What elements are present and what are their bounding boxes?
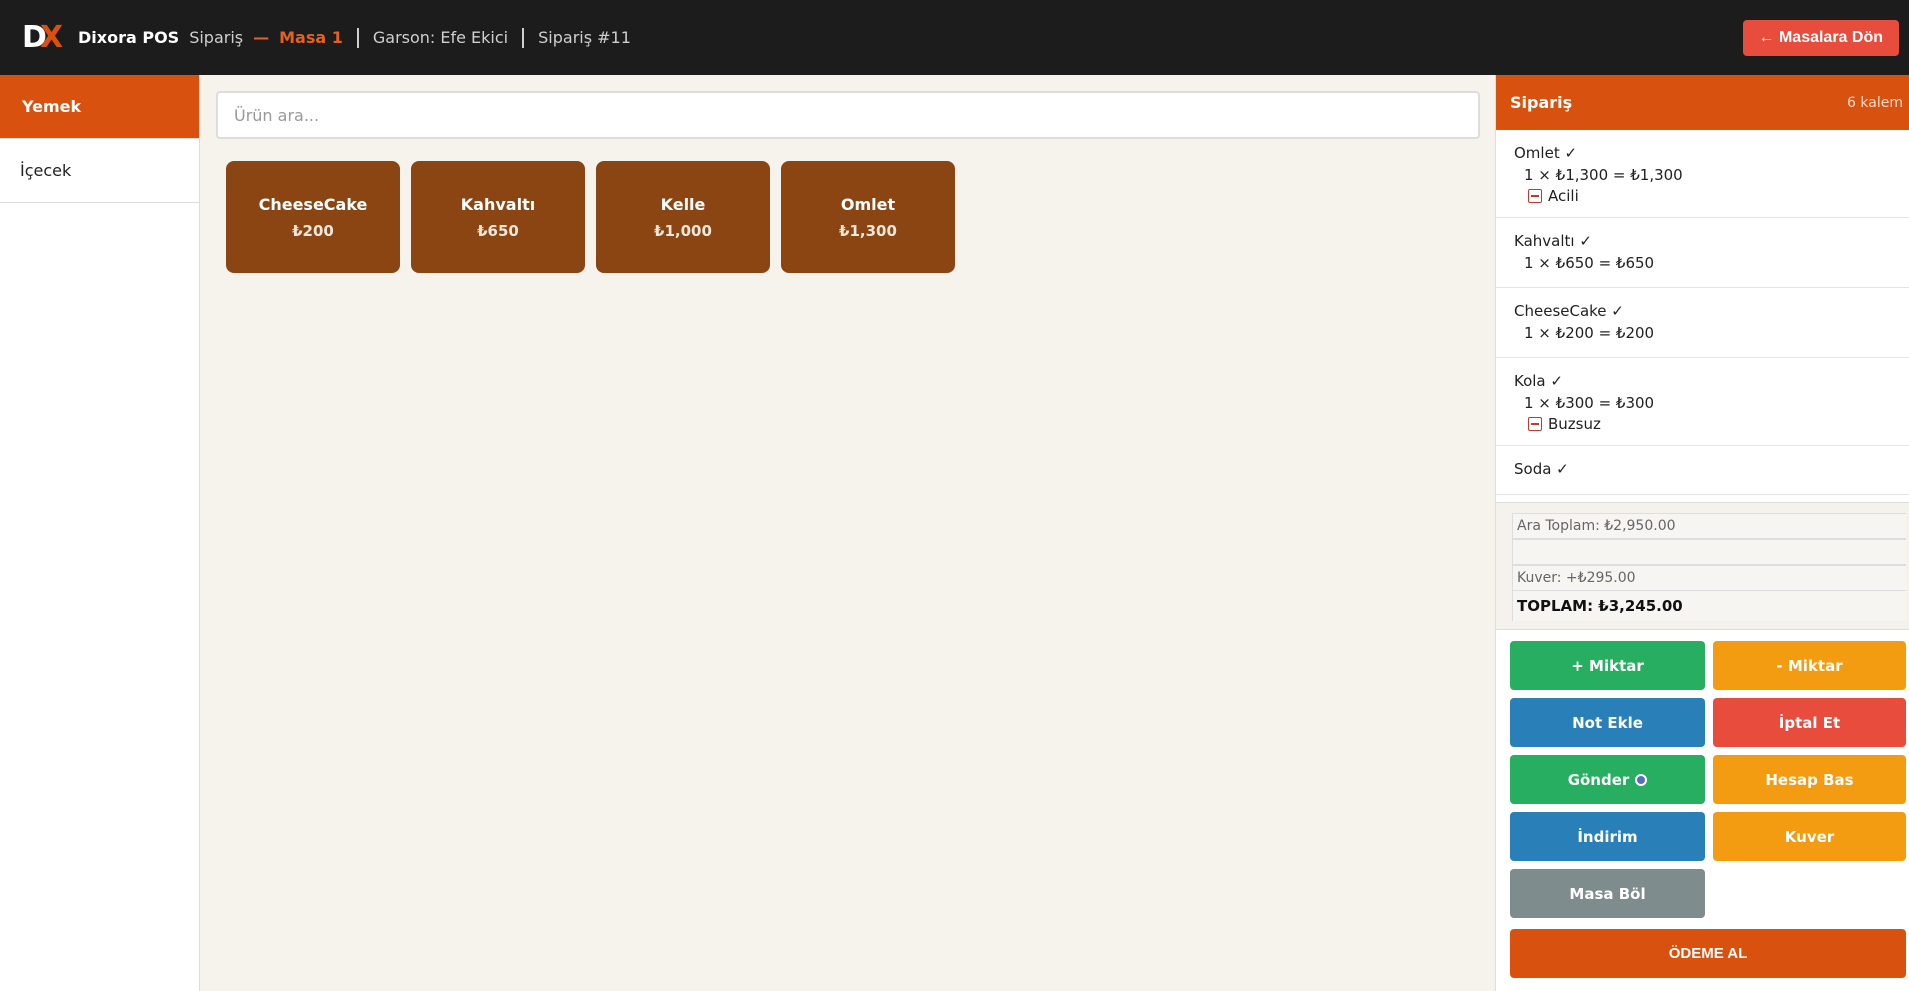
send-order-button[interactable]: Gönder: [1510, 755, 1705, 804]
product-price: ₺1,300: [839, 221, 897, 240]
top-bar: DX Dixora POS Sipariş — Masa 1 Garson: E…: [0, 0, 1909, 75]
order-item[interactable]: CheeseCake ✓ 1 × ₺200 = ₺200: [1496, 288, 1909, 358]
cancel-item-button[interactable]: İptal Et: [1713, 698, 1906, 747]
subtotal: Ara Toplam: ₺2,950.00: [1512, 513, 1906, 539]
product-card[interactable]: Omlet ₺1,300: [781, 161, 955, 273]
order-totals: Ara Toplam: ₺2,950.00 Kuver: +₺295.00 TO…: [1496, 502, 1909, 630]
order-item-name: Soda ✓: [1514, 460, 1569, 478]
cover-charge: Kuver: +₺295.00: [1512, 565, 1906, 591]
order-panel-header: Sipariş 6 kalem: [1496, 75, 1909, 130]
order-item-line: 1 × ₺1,300 = ₺1,300: [1524, 166, 1683, 184]
product-search-input[interactable]: [216, 91, 1480, 139]
note-text: Buzsuz: [1548, 415, 1601, 433]
take-payment-button[interactable]: ÖDEME AL: [1510, 929, 1906, 978]
product-price: ₺1,000: [654, 221, 712, 240]
note-icon: [1528, 417, 1542, 431]
send-label: Gönder: [1567, 770, 1630, 789]
divider: [522, 27, 525, 48]
order-item-count: 6 kalem: [1847, 94, 1903, 111]
product-card[interactable]: CheeseCake ₺200: [226, 161, 400, 273]
breadcrumb-dash: —: [253, 28, 270, 47]
print-bill-button[interactable]: Hesap Bas: [1713, 755, 1906, 804]
category-yemek[interactable]: Yemek: [0, 75, 199, 139]
note-text: Acili: [1548, 187, 1579, 205]
order-item-line: 1 × ₺650 = ₺650: [1524, 254, 1655, 272]
order-item-name: Kahvaltı ✓: [1514, 232, 1592, 250]
order-item[interactable]: Kahvaltı ✓ 1 × ₺650 = ₺650: [1496, 218, 1909, 288]
category-icecek[interactable]: İçecek: [0, 139, 199, 203]
order-item-name: CheeseCake ✓: [1514, 302, 1624, 320]
category-sidebar: Yemek İçecek: [0, 75, 200, 991]
order-item[interactable]: Soda ✓: [1496, 446, 1909, 495]
product-name: Kahvaltı: [460, 194, 536, 214]
product-card[interactable]: Kahvaltı ₺650: [411, 161, 585, 273]
increase-qty-button[interactable]: + Miktar: [1510, 641, 1705, 690]
order-item[interactable]: Kola ✓ 1 × ₺300 = ₺300 Buzsuz: [1496, 358, 1909, 446]
product-area: CheeseCake ₺200 Kahvaltı ₺650 Kelle ₺1,0…: [200, 75, 1495, 991]
order-item-note: Acili: [1514, 187, 1891, 205]
discount-button[interactable]: İndirim: [1510, 812, 1705, 861]
order-title: Sipariş: [1510, 93, 1573, 112]
order-item-name: Kola ✓: [1514, 372, 1563, 390]
product-grid: CheeseCake ₺200 Kahvaltı ₺650 Kelle ₺1,0…: [226, 161, 955, 273]
order-item[interactable]: Omlet ✓ 1 × ₺1,300 = ₺1,300 Acili: [1496, 130, 1909, 218]
order-item-list[interactable]: Omlet ✓ 1 × ₺1,300 = ₺1,300 Acili Kahval…: [1496, 130, 1909, 502]
back-to-tables-button[interactable]: ← Masalara Dön: [1742, 20, 1899, 56]
brand-name: Dixora POS: [78, 28, 180, 47]
product-price: ₺650: [477, 221, 519, 240]
grand-total: TOPLAM: ₺3,245.00: [1512, 591, 1906, 621]
add-note-button[interactable]: Not Ekle: [1510, 698, 1705, 747]
product-name: CheeseCake: [258, 194, 368, 214]
chef-icon: [1635, 773, 1648, 786]
waiter-label: Garson: Efe Ekici: [372, 28, 509, 47]
order-number: Sipariş #11: [538, 28, 631, 47]
product-name: Kelle: [660, 194, 706, 214]
order-item-line: 1 × ₺300 = ₺300: [1524, 394, 1655, 412]
split-table-button[interactable]: Masa Böl: [1510, 869, 1705, 918]
order-item-name: Omlet ✓: [1514, 144, 1578, 162]
divider: [356, 27, 359, 48]
dixora-logo: DX: [22, 19, 64, 55]
product-name: Omlet: [840, 194, 896, 214]
section-label: Sipariş: [189, 28, 244, 47]
product-price: ₺200: [292, 221, 334, 240]
totals-spacer: [1512, 539, 1906, 565]
product-card[interactable]: Kelle ₺1,000: [596, 161, 770, 273]
order-panel: Sipariş 6 kalem Omlet ✓ 1 × ₺1,300 = ₺1,…: [1495, 75, 1909, 991]
order-actions: + Miktar - Miktar Not Ekle İptal Et Gönd…: [1510, 641, 1906, 918]
cover-button[interactable]: Kuver: [1713, 812, 1906, 861]
order-item-note: Buzsuz: [1514, 415, 1891, 433]
note-icon: [1528, 189, 1542, 203]
order-item-line: 1 × ₺200 = ₺200: [1524, 324, 1655, 342]
table-label: Masa 1: [279, 28, 343, 47]
decrease-qty-button[interactable]: - Miktar: [1713, 641, 1906, 690]
